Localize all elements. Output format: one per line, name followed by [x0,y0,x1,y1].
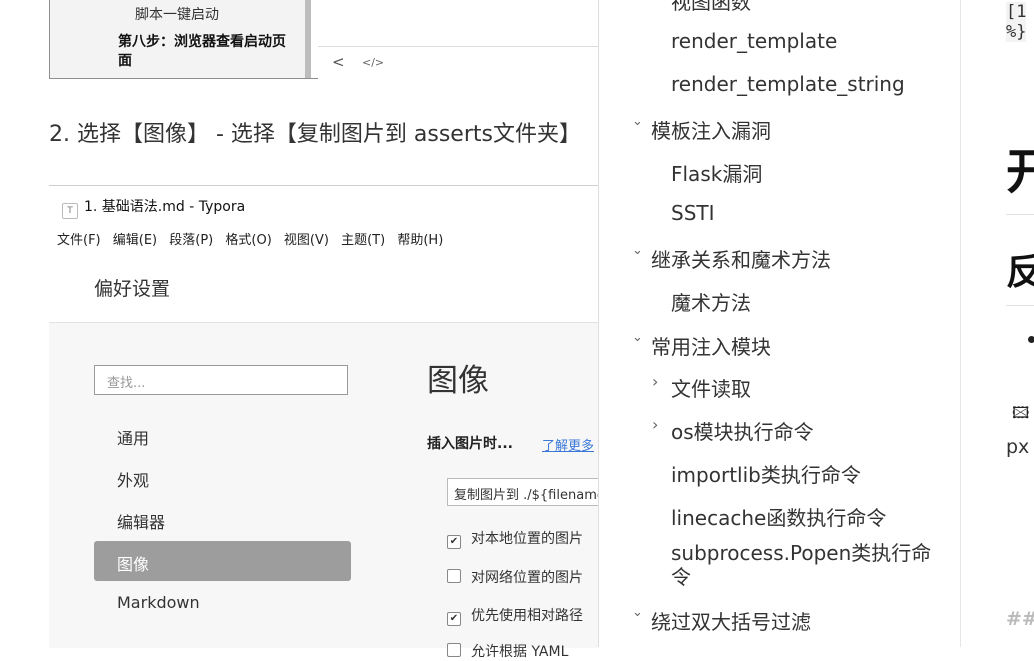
preferences-search-input: 查找... [94,365,348,395]
toc-item-render-template-string[interactable]: render_template_string [671,72,905,96]
toc-item-view-functions[interactable]: 视图函数 [671,0,751,15]
insert-image-action-select: 复制图片到 ./${filename} [447,478,607,506]
bullet-point [1028,336,1034,343]
check-network-images: 对网络位置的图片 [447,567,583,587]
code-line: [1 [1006,2,1027,22]
outline-sidebar: 视图函数 render_template render_template_str… [598,0,961,647]
insert-image-label: 插入图片时... [427,436,513,452]
step-paragraph[interactable]: 2. 选择【图像】 - 选择【复制图片到 asserts文件夹】 [49,116,581,148]
heading-one: 开 [1006,144,1034,200]
checkbox-unchecked-icon [447,569,461,583]
broken-image-icon: 🖾 [1012,403,1030,422]
chevron-right-icon[interactable]: › [652,372,658,391]
chevron-down-icon[interactable]: ⌄ [632,330,643,345]
step-eight-text: 第八步：浏览器查看启动页面 [118,34,286,69]
menu-paragraph: 段落(P) [169,233,214,248]
source-code-icon: </> [362,56,385,69]
toc-item-inheritance-magic[interactable]: 继承关系和魔术方法 [651,244,831,273]
chevron-down-icon[interactable]: ⌄ [632,243,643,258]
step-seven-text: 脚本一键启动 [135,7,219,23]
menu-view: 视图(V) [283,233,329,248]
top-screenshot-sidebar: 脚本一键启动 第八步：浏览器查看启动页面 [50,0,311,78]
menu-edit: 编辑(E) [112,233,158,248]
typora-window-title: T 1. 基础语法.md - Typora [62,196,245,219]
toc-item-os-module[interactable]: os模块执行命令 [671,416,814,445]
typora-window-title-text: 1. 基础语法.md - Typora [84,199,246,215]
checkbox-checked-icon: ✔ [447,612,461,626]
top-embedded-screenshot: 脚本一键启动 第八步：浏览器查看启动页面 < </> [49,0,599,79]
learn-more-link: 了解更多 [542,439,595,454]
document-preview-pane: [1 %} 开 反 🖾 px ## [962,0,1034,647]
toc-item-template-injection[interactable]: 模板注入漏洞 [651,115,771,144]
pref-nav-image: 图像 [94,541,351,581]
typora-app-icon: T [62,203,78,219]
typora-menubar: 文件(F) 编辑(E) 段落(P) 格式(O) 视图(V) 主题(T) 帮助(H… [57,229,451,248]
toc-item-common-modules[interactable]: 常用注入模块 [651,331,771,360]
check-relative-path: ✔ 优先使用相对路径 [447,605,583,626]
toc-item-magic-methods[interactable]: 魔术方法 [671,287,751,316]
chevron-right-icon[interactable]: › [652,415,658,434]
toc-item-file-read[interactable]: 文件读取 [671,373,751,402]
preferences-body: 查找... 通用 外观 编辑器 图像 Markdown 图像 插入图片时... … [49,323,607,660]
check-network-images-label: 对网络位置的图片 [471,570,583,586]
toc-item-linecache[interactable]: linecache函数执行命令 [671,502,886,531]
pref-nav-general: 通用 [117,429,150,448]
heading-rule [1006,305,1034,306]
toc-item-ssti[interactable]: SSTI [671,201,715,225]
menu-file: 文件(F) [57,233,101,248]
chevron-down-icon[interactable]: ⌄ [632,605,643,620]
menu-theme: 主题(T) [341,233,386,248]
top-screenshot-footer: < </> [318,46,599,79]
toc-item-bypass-braces[interactable]: 绕过双大括号过滤 [651,606,811,635]
toc-item-subprocess-popen[interactable]: subprocess.Popen类执行命令 [671,541,933,589]
chevron-down-icon[interactable]: ⌄ [632,114,643,129]
menu-help: 帮助(H) [397,233,444,248]
toc-item-render-template[interactable]: render_template [671,29,837,53]
typora-preferences-screenshot: T 1. 基础语法.md - Typora 文件(F) 编辑(E) 段落(P) 格… [49,185,607,660]
code-snippet: [1 %} [1006,2,1027,42]
pref-nav-appearance: 外观 [117,471,150,490]
preview-text-px: px [1006,436,1030,458]
toc-item-importlib[interactable]: importlib类执行命令 [671,459,861,488]
heading-rule [1006,214,1034,215]
check-yaml: 允许根据 YAML [447,641,568,661]
pref-nav-editor: 编辑器 [117,513,166,532]
code-line: %} [1006,22,1027,42]
check-relative-path-label: 优先使用相对路径 [471,608,583,624]
toc-item-flask-vuln[interactable]: Flask漏洞 [671,158,762,187]
heading-two: 反 [1006,252,1034,293]
check-local-images-label: 对本地位置的图片 [471,531,583,547]
image-section-title: 图像 [427,363,489,399]
menu-format: 格式(O) [225,233,272,248]
pref-nav-markdown: Markdown [117,593,200,612]
checkbox-checked-icon: ✔ [447,535,461,549]
preferences-title: 偏好设置 [94,278,171,300]
checkbox-unchecked-icon [447,643,461,657]
markdown-heading-marker: ## [1006,608,1034,630]
check-yaml-label: 允许根据 YAML [471,644,569,660]
prev-icon: < [332,53,345,71]
check-local-images: ✔ 对本地位置的图片 [447,528,583,549]
